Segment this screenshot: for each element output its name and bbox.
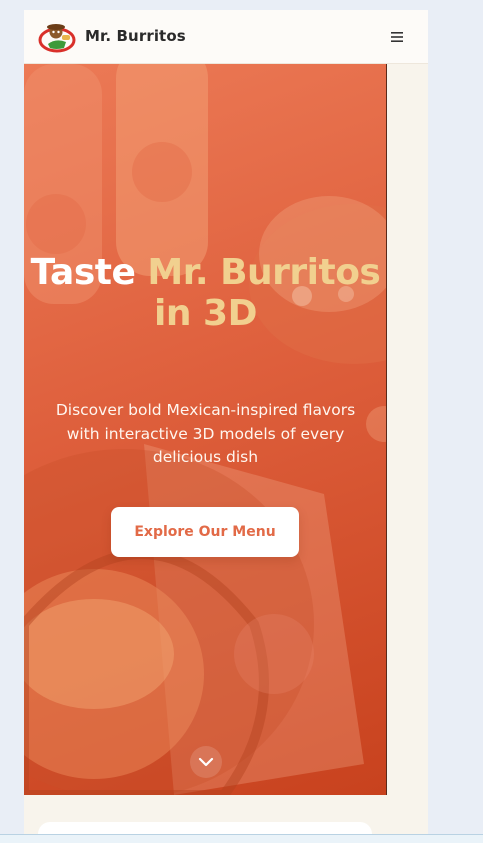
scroll-down-button[interactable] bbox=[190, 746, 222, 778]
mobile-viewport: Mr. Burritos Taste Mr. Burritos in 3D Di… bbox=[24, 10, 428, 842]
hamburger-icon[interactable] bbox=[386, 27, 408, 47]
hero-title: Taste Mr. Burritos in 3D bbox=[24, 252, 386, 334]
explore-menu-button[interactable]: Explore Our Menu bbox=[111, 507, 299, 557]
mascot-logo-icon[interactable] bbox=[38, 20, 76, 54]
brand-name[interactable]: Mr. Burritos bbox=[85, 27, 186, 45]
chevron-down-icon bbox=[198, 757, 214, 767]
hero-title-taste: Taste bbox=[30, 252, 136, 293]
hero-title-3d: in 3D bbox=[154, 293, 257, 334]
hero-subtitle: Discover bold Mexican-inspired flavors w… bbox=[55, 401, 356, 466]
hero-title-brand: Mr. Burritos bbox=[147, 252, 381, 293]
hero-section: Taste Mr. Burritos in 3D Discover bold M… bbox=[24, 64, 387, 795]
navbar: Mr. Burritos bbox=[24, 10, 428, 64]
